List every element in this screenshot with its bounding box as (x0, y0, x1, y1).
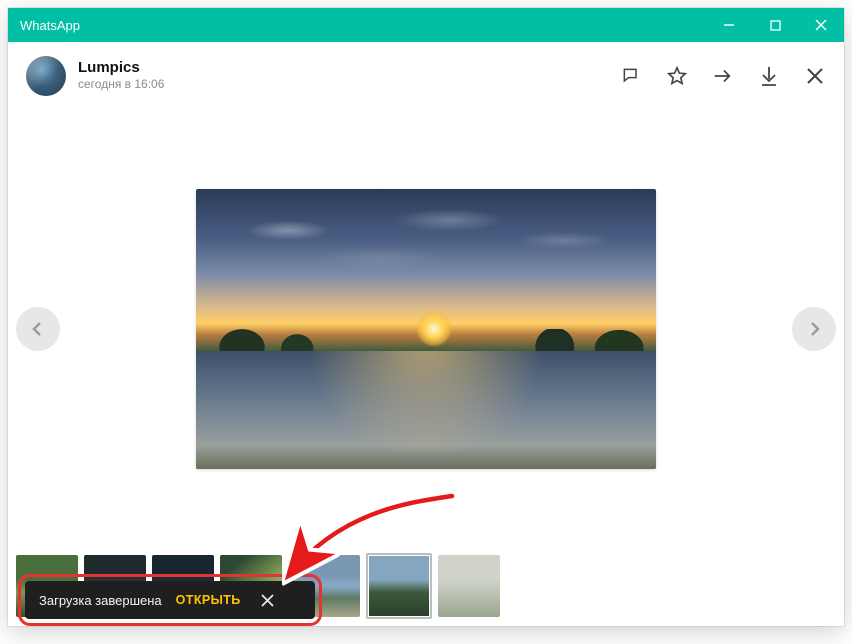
download-toast: Загрузка завершена ОТКРЫТЬ (25, 581, 315, 619)
media-viewer (8, 106, 844, 552)
download-icon[interactable] (758, 65, 780, 87)
window-minimize-button[interactable] (706, 8, 752, 42)
reply-icon[interactable] (620, 65, 642, 87)
header-text: Lumpics сегодня в 16:06 (78, 59, 164, 93)
close-icon[interactable] (804, 65, 826, 87)
sender-name: Lumpics (78, 59, 164, 78)
download-toast-highlight: Загрузка завершена ОТКРЫТЬ (18, 574, 322, 626)
thumbnail-selected[interactable] (366, 553, 432, 619)
app-window: WhatsApp Lumpics Lumpics Lumpics Группа … (8, 8, 844, 626)
forward-icon[interactable] (712, 65, 734, 87)
star-icon[interactable] (666, 65, 688, 87)
toast-close-button[interactable] (255, 587, 281, 613)
main-image[interactable] (196, 189, 656, 469)
window-maximize-button[interactable] (752, 8, 798, 42)
window-title: WhatsApp (20, 18, 80, 33)
previous-button[interactable] (16, 307, 60, 351)
toast-open-button[interactable]: ОТКРЫТЬ (176, 593, 241, 607)
media-header: Lumpics сегодня в 16:06 (8, 42, 844, 106)
titlebar: WhatsApp (8, 8, 844, 42)
header-actions (620, 65, 826, 87)
thumbnail[interactable] (438, 555, 500, 617)
next-button[interactable] (792, 307, 836, 351)
toast-status-text: Загрузка завершена (39, 593, 162, 608)
window-close-button[interactable] (798, 8, 844, 42)
sender-avatar (26, 56, 66, 96)
sent-time: сегодня в 16:06 (78, 77, 164, 92)
